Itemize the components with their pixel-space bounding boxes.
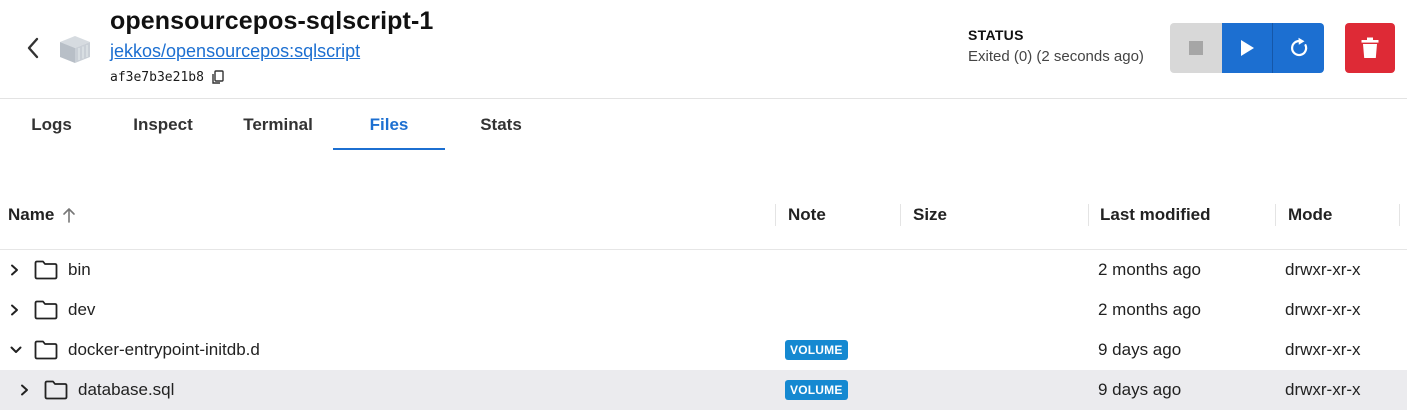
mode-cell: drwxr-xr-x	[1285, 380, 1361, 399]
table-row[interactable]: dev 2 months ago drwxr-xr-x	[0, 290, 1407, 330]
column-separator[interactable]	[900, 204, 901, 226]
mode-cell: drwxr-xr-x	[1285, 300, 1361, 319]
sort-ascending-icon[interactable]	[62, 207, 76, 223]
tab-logs[interactable]: Logs	[0, 100, 103, 150]
column-header-name[interactable]: Name	[8, 180, 76, 250]
column-header-size[interactable]: Size	[913, 180, 947, 250]
table-row[interactable]: database.sql VOLUME 9 days ago drwxr-xr-…	[0, 370, 1407, 410]
file-name: database.sql	[78, 380, 175, 399]
chevron-right-icon[interactable]	[20, 383, 32, 397]
name-cell: database.sql	[20, 370, 174, 410]
tab-inspect[interactable]: Inspect	[103, 100, 223, 150]
table-row[interactable]: docker-entrypoint-initdb.d VOLUME 9 days…	[0, 330, 1407, 370]
column-separator[interactable]	[775, 204, 776, 226]
note-cell: VOLUME	[785, 330, 848, 370]
column-header-note[interactable]: Note	[788, 180, 826, 250]
delete-button[interactable]	[1345, 23, 1395, 73]
chevron-right-icon[interactable]	[10, 303, 22, 317]
copy-id-button[interactable]	[211, 69, 225, 85]
container-actions	[1170, 23, 1324, 73]
modified-cell: 9 days ago	[1098, 380, 1182, 399]
column-header-mode[interactable]: Mode	[1288, 180, 1332, 250]
name-cell: bin	[10, 250, 91, 290]
column-header-last-modified[interactable]: Last modified	[1100, 180, 1211, 250]
note-cell: VOLUME	[785, 370, 848, 410]
trash-icon	[1361, 37, 1379, 58]
tab-stats[interactable]: Stats	[445, 100, 557, 150]
restart-button[interactable]	[1273, 23, 1324, 73]
modified-cell: 2 months ago	[1098, 260, 1202, 279]
file-name: bin	[68, 260, 91, 279]
container-title: opensourcepos-sqlscript-1	[110, 7, 434, 35]
folder-icon	[34, 340, 58, 360]
status-label: STATUS	[968, 27, 1024, 43]
name-cell: dev	[10, 290, 95, 330]
file-name: docker-entrypoint-initdb.d	[68, 340, 260, 359]
volume-badge: VOLUME	[785, 380, 848, 400]
stop-button[interactable]	[1170, 23, 1222, 73]
modified-cell: 2 months ago	[1098, 300, 1202, 319]
modified-cell: 9 days ago	[1098, 340, 1182, 359]
copy-icon	[212, 69, 224, 84]
file-name: dev	[68, 300, 96, 319]
folder-icon	[44, 380, 68, 400]
container-cube-icon	[60, 36, 90, 63]
file-table: Name Note Size Last modified Mode bin 2 …	[0, 180, 1407, 410]
folder-icon	[34, 300, 58, 320]
volume-badge: VOLUME	[785, 340, 848, 360]
status-value: Exited (0) (2 seconds ago)	[968, 48, 1144, 65]
container-header: opensourcepos-sqlscript-1 jekkos/opensou…	[0, 0, 1407, 99]
name-cell: docker-entrypoint-initdb.d	[10, 330, 260, 370]
table-row[interactable]: bin 2 months ago drwxr-xr-x	[0, 250, 1407, 290]
chevron-left-icon	[27, 37, 39, 59]
column-separator[interactable]	[1088, 204, 1089, 226]
status-block: STATUS Exited (0) (2 seconds ago)	[968, 27, 1144, 65]
tab-files[interactable]: Files	[333, 100, 445, 150]
container-id-row: af3e7b3e21b8	[110, 68, 225, 86]
container-id: af3e7b3e21b8	[110, 69, 204, 85]
mode-cell: drwxr-xr-x	[1285, 260, 1361, 279]
back-button[interactable]	[22, 36, 44, 60]
chevron-down-icon[interactable]	[10, 343, 22, 357]
restart-icon	[1290, 37, 1307, 57]
chevron-right-icon[interactable]	[10, 263, 22, 277]
tab-terminal[interactable]: Terminal	[223, 100, 333, 150]
mode-cell: drwxr-xr-x	[1285, 340, 1361, 359]
column-separator[interactable]	[1399, 204, 1400, 226]
tab-bar: Logs Inspect Terminal Files Stats	[0, 100, 557, 150]
table-header: Name Note Size Last modified Mode	[0, 180, 1407, 250]
folder-icon	[34, 260, 58, 280]
image-link[interactable]: jekkos/opensourcepos:sqlscript	[110, 41, 360, 62]
play-icon	[1241, 40, 1254, 56]
column-separator[interactable]	[1275, 204, 1276, 226]
start-button[interactable]	[1222, 23, 1273, 73]
stop-icon	[1189, 41, 1203, 55]
container-files-view: opensourcepos-sqlscript-1 jekkos/opensou…	[0, 0, 1407, 412]
